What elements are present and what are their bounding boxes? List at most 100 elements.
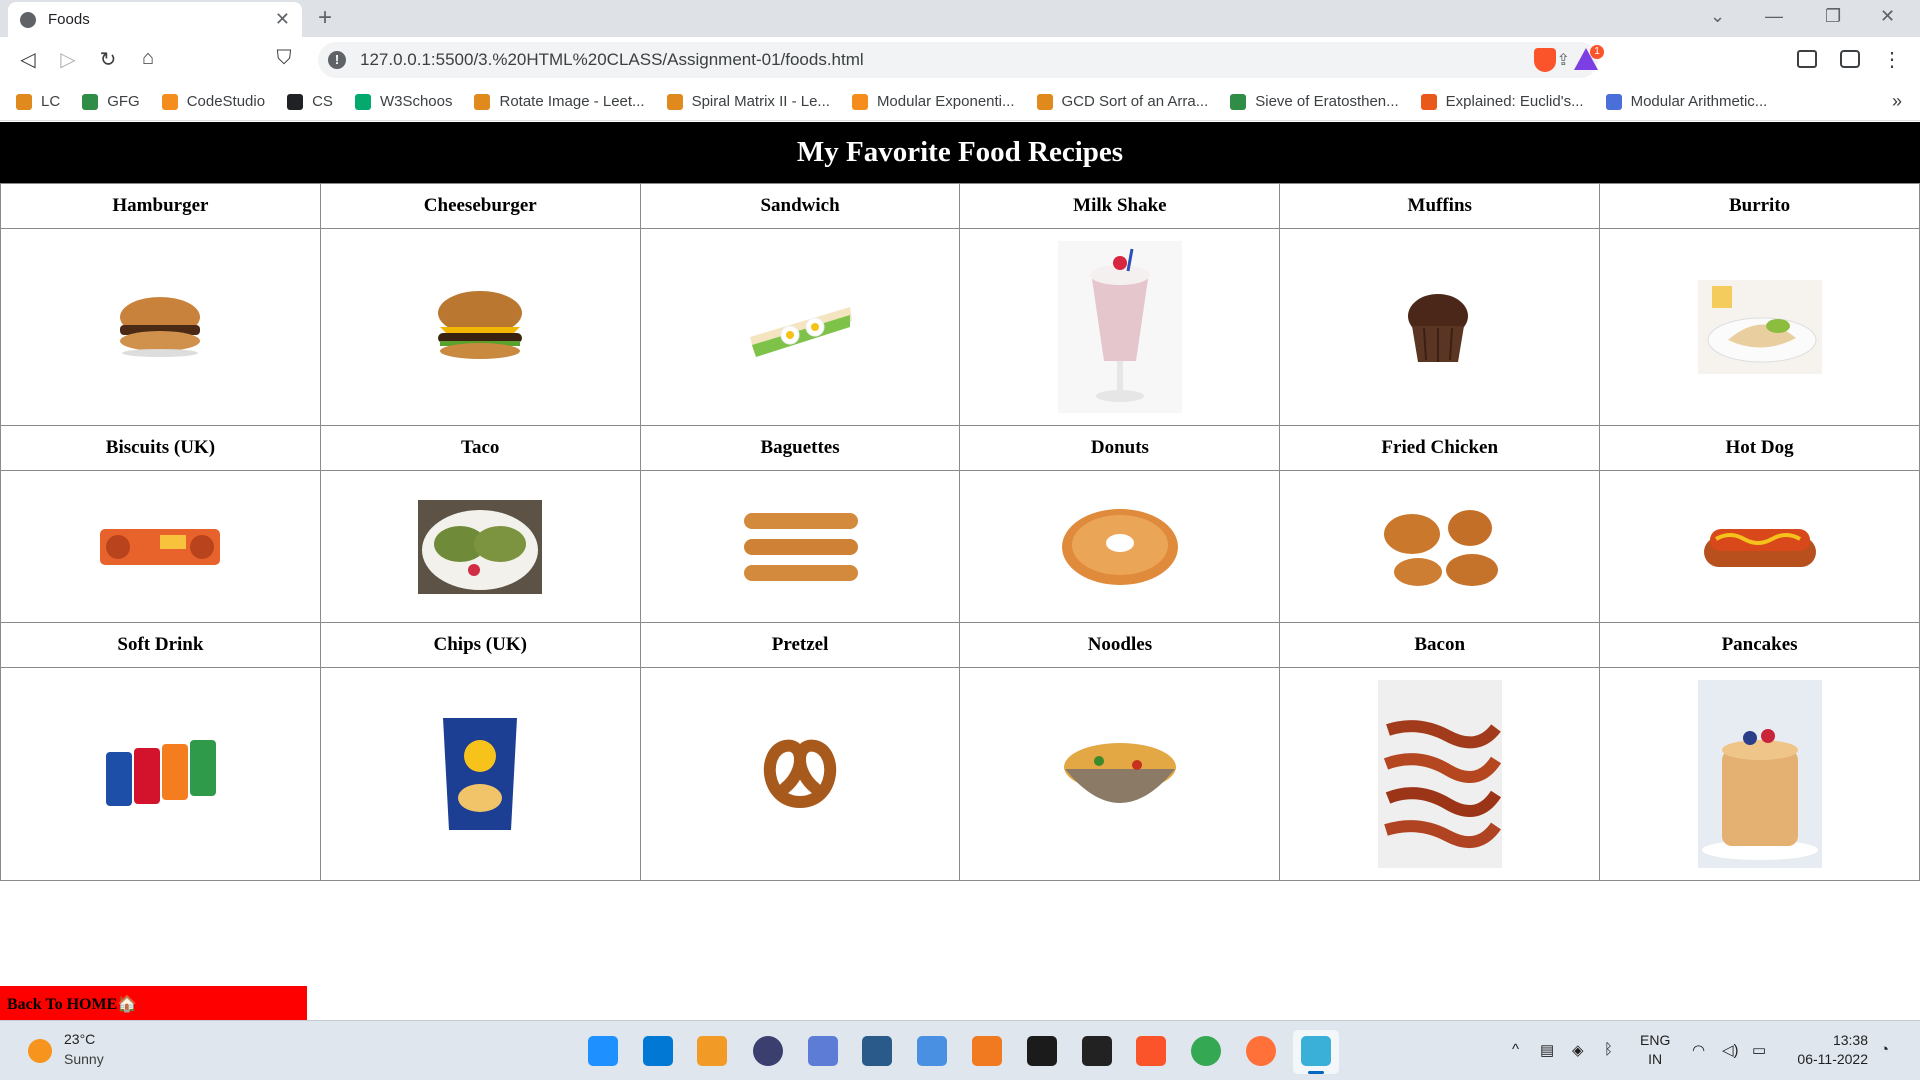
tab-strip: Foods ✕ + ⌄ — ❐ ✕ xyxy=(0,0,1920,37)
tab-foods[interactable]: Foods ✕ xyxy=(8,2,302,37)
snipping-tool-icon[interactable] xyxy=(1301,1036,1331,1066)
food-cell xyxy=(0,667,321,881)
milkshake-image xyxy=(1057,241,1182,413)
back-to-home-link[interactable]: Back To HOME🏠 xyxy=(0,986,307,1020)
taskbar: 23°C Sunny ^ ▤ ◈ ᛒ ENG IN ◠ ◁) ▭ 13:38 0… xyxy=(0,1020,1920,1080)
hotdog-image xyxy=(1703,528,1816,567)
brave-icon[interactable] xyxy=(1136,1036,1166,1066)
hamburger-image xyxy=(120,297,201,357)
brave-shields-icon[interactable] xyxy=(1534,48,1556,72)
bookmark-item[interactable]: GFG xyxy=(82,93,140,110)
terminal-icon[interactable] xyxy=(1027,1036,1057,1066)
bookmark-item[interactable]: W3Schoos xyxy=(354,93,452,110)
wallet-icon[interactable] xyxy=(1840,50,1860,68)
forward-icon[interactable]: ▷ xyxy=(56,47,80,72)
bookmark-item[interactable]: GCD Sort of an Arra... xyxy=(1036,93,1208,110)
donut-image xyxy=(1061,508,1178,585)
new-tab-button[interactable]: + xyxy=(318,4,332,32)
food-cell xyxy=(959,667,1281,881)
sidebar-icon[interactable] xyxy=(1797,50,1817,68)
vscode-icon[interactable] xyxy=(643,1036,673,1066)
bookmark-label: LC xyxy=(41,93,61,110)
burrito-image xyxy=(1697,280,1822,374)
sun-icon[interactable] xyxy=(28,1039,52,1063)
weather-condition[interactable]: Sunny xyxy=(64,1051,104,1067)
food-name: Noodles xyxy=(959,622,1281,668)
food-name: Milk Shake xyxy=(959,183,1281,229)
bookmark-label: Modular Exponenti... xyxy=(876,93,1015,110)
code-icon xyxy=(287,93,304,110)
food-name: Baguettes xyxy=(639,425,961,471)
virtualbox-icon[interactable] xyxy=(808,1036,838,1066)
food-name: Pancakes xyxy=(1599,622,1920,668)
back-icon[interactable]: ◁ xyxy=(16,47,40,72)
windows-start-icon[interactable] xyxy=(588,1036,618,1066)
battery-icon[interactable]: ▭ xyxy=(1752,1041,1766,1059)
bookmark-label: CS xyxy=(312,93,333,110)
minimize-icon[interactable]: — xyxy=(1765,6,1783,27)
xampp-icon[interactable] xyxy=(972,1036,1002,1066)
menu-icon[interactable]: ⋮ xyxy=(1880,47,1904,72)
chrome-icon[interactable] xyxy=(1191,1036,1221,1066)
sticky-notes-icon[interactable] xyxy=(1082,1036,1112,1066)
region-code: IN xyxy=(1648,1051,1663,1067)
restore-icon[interactable]: ❐ xyxy=(1825,6,1841,27)
language-indicator[interactable]: ENG IN xyxy=(1640,1031,1670,1069)
food-name: Pretzel xyxy=(639,622,961,668)
weather-temperature[interactable]: 23°C xyxy=(64,1031,95,1047)
more-bookmarks-icon[interactable]: » xyxy=(1892,91,1902,112)
bookmark-item[interactable]: Spiral Matrix II - Le... xyxy=(666,93,830,110)
close-window-icon[interactable]: ✕ xyxy=(1880,6,1895,27)
bookmark-label: Explained: Euclid's... xyxy=(1445,93,1584,110)
home-icon[interactable]: ⌂ xyxy=(136,47,160,70)
site-info-icon[interactable]: ! xyxy=(328,51,346,69)
bookmark-label: CodeStudio xyxy=(186,93,266,110)
bookmark-item[interactable]: Modular Arithmetic... xyxy=(1605,93,1767,110)
food-cell xyxy=(1279,228,1601,426)
address-bar[interactable]: ! 127.0.0.1:5500/3.%20HTML%20CLASS/Assig… xyxy=(318,42,1598,78)
pretzel-image xyxy=(763,739,837,808)
bookmark-item[interactable]: Rotate Image - Leet... xyxy=(474,93,645,110)
clock[interactable]: 13:38 06-11-2022 xyxy=(1790,1031,1868,1069)
notification-center-icon[interactable]: ◔ xyxy=(1880,1041,1889,1058)
bookmark-icon[interactable]: ⛉ xyxy=(272,47,296,70)
security-icon[interactable]: ◈ xyxy=(1572,1041,1584,1059)
food-cell xyxy=(959,228,1281,426)
share-icon[interactable]: ⇪ xyxy=(1557,50,1570,70)
food-name: Burrito xyxy=(1599,183,1920,229)
bookmark-item[interactable]: Explained: Euclid's... xyxy=(1420,93,1584,110)
table-row xyxy=(0,667,1920,881)
chips-image xyxy=(443,718,518,830)
volume-icon[interactable]: ◁) xyxy=(1722,1041,1739,1059)
mysql-icon[interactable] xyxy=(862,1036,892,1066)
rewards-badge: 1 xyxy=(1590,45,1604,59)
biscuits-image xyxy=(100,528,221,565)
medium-icon xyxy=(1420,93,1437,110)
tab-search-icon[interactable]: ⌄ xyxy=(1710,6,1725,27)
bookmark-item[interactable]: CodeStudio xyxy=(161,93,266,110)
eclipse-icon[interactable] xyxy=(753,1036,783,1066)
leetcode-icon xyxy=(474,93,491,110)
git-icon[interactable] xyxy=(917,1036,947,1066)
bookmark-label: Spiral Matrix II - Le... xyxy=(691,93,830,110)
soft-drink-image xyxy=(106,740,217,806)
firefox-icon[interactable] xyxy=(1246,1036,1276,1066)
baguettes-image xyxy=(744,512,859,581)
food-name: Taco xyxy=(319,425,641,471)
reload-icon[interactable]: ↻ xyxy=(96,47,120,72)
bookmark-item[interactable]: Sieve of Eratosthen... xyxy=(1230,93,1399,110)
show-hidden-icons-icon[interactable]: ^ xyxy=(1512,1041,1519,1058)
food-name: Fried Chicken xyxy=(1279,425,1601,471)
bookmark-item[interactable]: Modular Exponenti... xyxy=(851,93,1015,110)
food-name: Sandwich xyxy=(639,183,961,229)
notification-icon[interactable]: ▤ xyxy=(1540,1041,1554,1059)
sublime-icon[interactable] xyxy=(697,1036,727,1066)
close-tab-icon[interactable]: ✕ xyxy=(275,9,290,30)
bookmark-item[interactable]: LC xyxy=(16,93,60,110)
food-cell xyxy=(1279,667,1601,881)
bluetooth-icon[interactable]: ᛒ xyxy=(1604,1041,1613,1058)
table-header-row: Soft Drink Chips (UK) Pretzel Noodles Ba… xyxy=(0,622,1920,668)
sandwich-image xyxy=(750,307,853,357)
bookmark-item[interactable]: CS xyxy=(287,93,333,110)
wifi-icon[interactable]: ◠ xyxy=(1692,1041,1705,1059)
